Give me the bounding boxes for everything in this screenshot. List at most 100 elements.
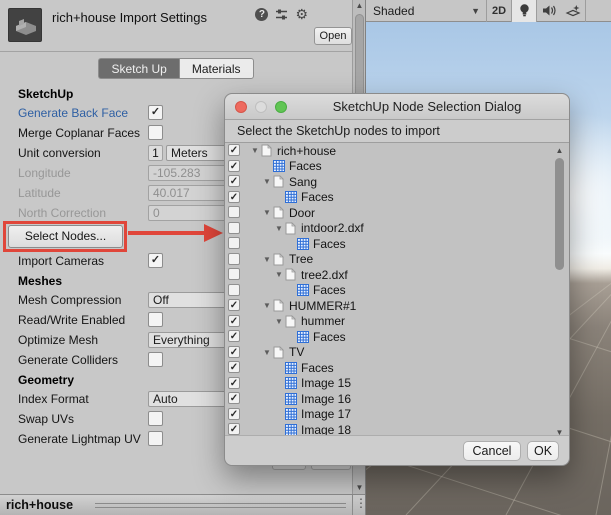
- cancel-button[interactable]: Cancel: [463, 441, 521, 461]
- expand-triangle-icon[interactable]: ▼: [261, 177, 273, 186]
- node-checkbox[interactable]: ✓: [228, 299, 240, 311]
- node-checkbox[interactable]: [228, 284, 240, 296]
- zoom-icon[interactable]: [275, 101, 287, 113]
- node-checkbox[interactable]: [228, 268, 240, 280]
- highlight-arrow: [128, 231, 206, 235]
- node-file-icon: [261, 144, 275, 157]
- node-label: Faces: [287, 159, 322, 173]
- scrollbar-thumb[interactable]: [555, 158, 564, 270]
- node-checkbox[interactable]: [228, 206, 240, 218]
- mesh-grid-icon: [297, 331, 311, 343]
- tab-materials[interactable]: Materials: [179, 58, 254, 79]
- dialog-footer: Cancel OK: [225, 435, 569, 465]
- node-content: ▼Tree: [249, 252, 313, 268]
- minimize-icon[interactable]: [255, 101, 267, 113]
- checkbox-import-cameras[interactable]: ✓: [148, 253, 163, 268]
- node-checkbox[interactable]: ✓: [228, 144, 240, 156]
- toggle-2d-button[interactable]: 2D: [487, 0, 511, 22]
- node-checkbox[interactable]: ✓: [228, 315, 240, 327]
- tree-node-faces[interactable]: ✓Faces: [225, 190, 569, 206]
- open-button[interactable]: Open: [314, 27, 352, 45]
- node-checkbox[interactable]: ✓: [228, 346, 240, 358]
- field-label: Meshes: [18, 274, 62, 288]
- help-icon[interactable]: ?: [255, 8, 268, 21]
- scene-effects-button[interactable]: [561, 0, 585, 22]
- tree-node-rich-house[interactable]: ✓ ▼ rich+house: [225, 143, 569, 159]
- checkbox-generate-lightmap-uv[interactable]: [148, 431, 163, 446]
- tree-node-door[interactable]: ▼Door: [225, 205, 569, 221]
- tree-node-image-17[interactable]: ✓ Image 17: [225, 407, 569, 423]
- expand-triangle-icon[interactable]: ▼: [261, 301, 273, 310]
- node-content: Faces: [249, 360, 334, 376]
- mesh-grid-icon: [285, 393, 299, 405]
- node-checkbox[interactable]: ✓: [228, 377, 240, 389]
- node-checkbox[interactable]: ✓: [228, 175, 240, 187]
- node-checkbox[interactable]: [228, 253, 240, 265]
- node-checkbox[interactable]: ✓: [228, 392, 240, 404]
- field-label: Latitude: [18, 186, 61, 200]
- tree-node-sang[interactable]: ✓▼Sang: [225, 174, 569, 190]
- gear-icon[interactable]: ⚙: [295, 8, 308, 21]
- checkbox-swap-uvs[interactable]: [148, 411, 163, 426]
- expand-triangle-icon[interactable]: ▼: [273, 270, 285, 279]
- node-checkbox[interactable]: ✓: [228, 361, 240, 373]
- field-label: Unit conversion: [18, 146, 101, 160]
- tree-node-hummer-1[interactable]: ✓▼HUMMER#1: [225, 298, 569, 314]
- unit-scale-input[interactable]: 1: [148, 145, 163, 161]
- tree-node-image-16[interactable]: ✓Image 16: [225, 391, 569, 407]
- dropdown-optimize-mesh[interactable]: Everything▼: [148, 332, 236, 348]
- preview-header-bar[interactable]: rich+house ⋮: [0, 494, 366, 515]
- mesh-grid-icon: [285, 377, 299, 389]
- dialog-subtitle: Select the SketchUp nodes to import: [225, 120, 569, 143]
- field-label: Generate Lightmap UV: [18, 432, 141, 446]
- checkbox-generate-colliders[interactable]: [148, 352, 163, 367]
- dialog-scrollbar[interactable]: ▲ ▼: [553, 145, 566, 435]
- tree-node-faces[interactable]: ✓ Faces: [225, 159, 569, 175]
- checkbox-read-write-enabled[interactable]: [148, 312, 163, 327]
- expand-triangle-icon[interactable]: ▼: [261, 348, 273, 357]
- tree-node-faces[interactable]: Faces: [225, 283, 569, 299]
- node-checkbox[interactable]: ✓: [228, 408, 240, 420]
- node-checkbox[interactable]: [228, 222, 240, 234]
- node-checkbox[interactable]: ✓: [228, 191, 240, 203]
- field-label: Geometry: [18, 373, 74, 387]
- node-content: ▼ rich+house: [249, 143, 336, 159]
- expand-triangle-icon[interactable]: ▼: [249, 146, 261, 155]
- dropdown-index-format[interactable]: Auto▼: [148, 391, 236, 407]
- dialog-titlebar[interactable]: SketchUp Node Selection Dialog: [225, 94, 569, 120]
- close-icon[interactable]: [235, 101, 247, 113]
- tree-node-tv[interactable]: ✓▼TV: [225, 345, 569, 361]
- scene-lighting-button[interactable]: [512, 0, 536, 22]
- ok-button[interactable]: OK: [527, 441, 559, 461]
- scroll-up-icon[interactable]: ▲: [553, 146, 566, 155]
- tree-node-image-15[interactable]: ✓Image 15: [225, 376, 569, 392]
- node-checkbox[interactable]: ✓: [228, 423, 240, 435]
- expand-triangle-icon[interactable]: ▼: [261, 255, 273, 264]
- shading-mode-dropdown[interactable]: Shaded ▼: [366, 0, 486, 22]
- checkbox-generate-back-face[interactable]: ✓: [148, 105, 163, 120]
- tab-sketch-up[interactable]: Sketch Up: [98, 58, 178, 79]
- scene-audio-button[interactable]: [537, 0, 561, 22]
- expand-triangle-icon[interactable]: ▼: [261, 208, 273, 217]
- node-label: tree2.dxf: [299, 268, 348, 282]
- dropdown-value: Auto: [153, 392, 178, 406]
- node-content: Image 17: [249, 407, 351, 423]
- dropdown-mesh-compression[interactable]: Off▼: [148, 292, 236, 308]
- tree-node-tree[interactable]: ▼Tree: [225, 252, 569, 268]
- expand-triangle-icon[interactable]: ▼: [273, 224, 285, 233]
- checkbox-merge-coplanar-faces[interactable]: [148, 125, 163, 140]
- node-checkbox[interactable]: ✓: [228, 330, 240, 342]
- tree-node-faces[interactable]: Faces: [225, 236, 569, 252]
- tree-node-hummer[interactable]: ✓▼hummer: [225, 314, 569, 330]
- tree-node-faces[interactable]: ✓ Faces: [225, 360, 569, 376]
- node-label: rich+house: [275, 144, 336, 158]
- expand-triangle-icon[interactable]: ▼: [273, 317, 285, 326]
- tree-node-faces[interactable]: ✓Faces: [225, 329, 569, 345]
- tree-node-tree2-dxf[interactable]: ▼ tree2.dxf: [225, 267, 569, 283]
- presets-icon[interactable]: [275, 8, 288, 21]
- audio-icon: [542, 4, 557, 17]
- mesh-grid-icon: [285, 424, 299, 436]
- node-checkbox[interactable]: [228, 237, 240, 249]
- tree-node-intdoor2-dxf[interactable]: ▼intdoor2.dxf: [225, 221, 569, 237]
- node-checkbox[interactable]: ✓: [228, 160, 240, 172]
